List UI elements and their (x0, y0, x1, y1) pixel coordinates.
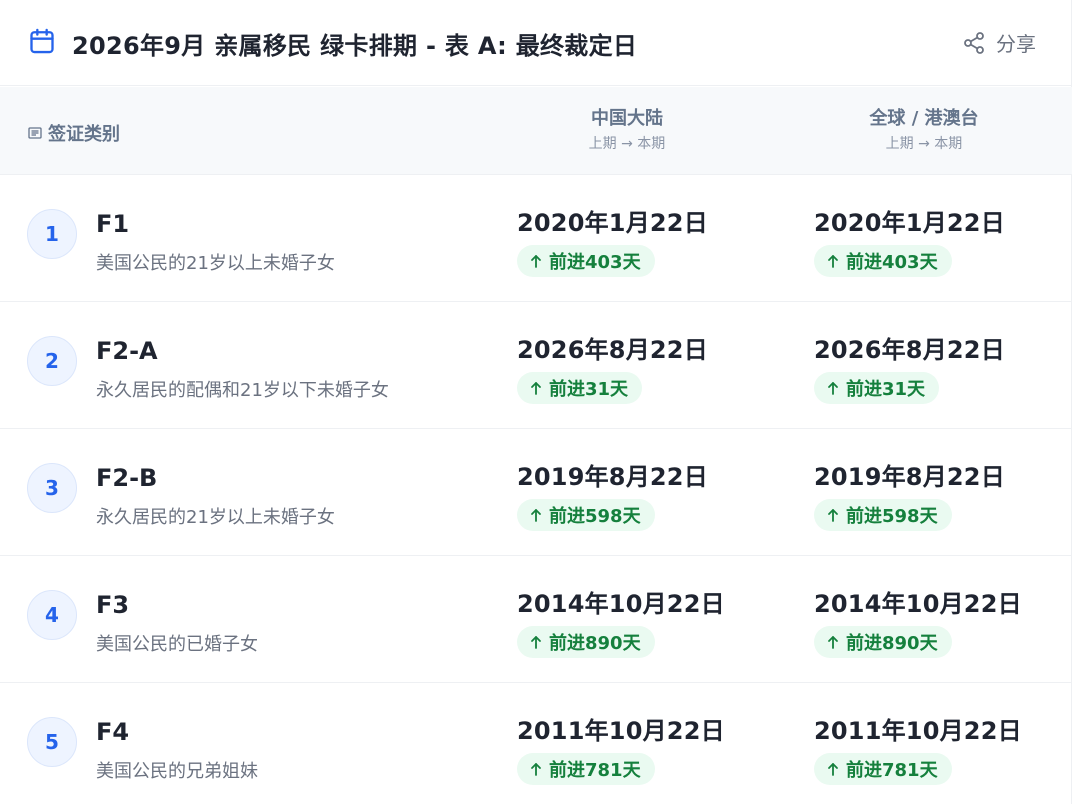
arrow-up-icon (828, 509, 838, 522)
china-advance-badge: 前进31天 (517, 372, 643, 404)
china-header-sub: 上期 → 本期 (588, 136, 666, 152)
china-final-action-date: 2019年8月22日 (517, 463, 708, 491)
visa-category-code: F2-A (96, 337, 158, 365)
global-final-action-date: 2011年10月22日 (814, 717, 1022, 745)
table-row: 1 F1 美国公民的21岁以上未婚子女 2020年1月22日 前进403天 20… (0, 175, 1072, 302)
table-row: 2 F2-A 永久居民的配偶和21岁以下未婚子女 2026年8月22日 前进31… (0, 302, 1072, 429)
category-column-header: 签证类别 (28, 120, 120, 146)
card-header: 2026年9月 亲属移民 绿卡排期 - 表 A: 最终裁定日 分享 (0, 0, 1072, 86)
china-advance-badge: 前进781天 (517, 753, 655, 785)
table-row: 5 F4 美国公民的兄弟姐妹 2011年10月22日 前进781天 2011年1… (0, 683, 1072, 810)
arrow-up-icon (828, 636, 838, 649)
row-index-badge: 1 (27, 209, 77, 259)
global-advance-text: 前进781天 (846, 760, 938, 781)
visa-category-code: F2-B (96, 464, 158, 492)
visa-bulletin-card: 2026年9月 亲属移民 绿卡排期 - 表 A: 最终裁定日 分享 签证类别 中… (0, 0, 1072, 804)
global-final-action-date: 2019年8月22日 (814, 463, 1005, 491)
table-header: 签证类别 中国大陆 上期 → 本期 全球 / 港澳台 上期 → 本期 (0, 87, 1072, 175)
arrow-up-icon (531, 509, 541, 522)
share-label: 分享 (996, 32, 1036, 56)
visa-category-description: 美国公民的兄弟姐妹 (96, 761, 258, 782)
arrow-up-icon (531, 763, 541, 776)
global-header-sub: 上期 → 本期 (885, 136, 963, 152)
global-column-header: 全球 / 港澳台 上期 → 本期 (794, 107, 1054, 155)
share-icon (964, 31, 984, 54)
global-advance-text: 前进890天 (846, 633, 938, 654)
category-header-label: 签证类别 (48, 124, 120, 145)
arrow-up-icon (828, 763, 838, 776)
table-row: 4 F3 美国公民的已婚子女 2014年10月22日 前进890天 2014年1… (0, 556, 1072, 683)
china-column-header: 中国大陆 上期 → 本期 (497, 107, 757, 155)
global-advance-text: 前进31天 (846, 379, 926, 400)
china-final-action-date: 2020年1月22日 (517, 209, 708, 237)
visa-category-description: 永久居民的21岁以上未婚子女 (96, 507, 335, 528)
row-index-badge: 3 (27, 463, 77, 513)
global-final-action-date: 2014年10月22日 (814, 590, 1022, 618)
china-final-action-date: 2011年10月22日 (517, 717, 725, 745)
arrow-up-icon (531, 255, 541, 268)
row-index-badge: 4 (27, 590, 77, 640)
arrow-up-icon (828, 255, 838, 268)
global-final-action-date: 2026年8月22日 (814, 336, 1005, 364)
row-index-badge: 5 (27, 717, 77, 767)
row-index-badge: 2 (27, 336, 77, 386)
global-final-action-date: 2020年1月22日 (814, 209, 1005, 237)
global-advance-badge: 前进403天 (814, 245, 952, 277)
global-advance-badge: 前进598天 (814, 499, 952, 531)
arrow-up-icon (531, 382, 541, 395)
visa-category-description: 美国公民的已婚子女 (96, 634, 258, 655)
china-advance-text: 前进31天 (549, 379, 629, 400)
page-title: 2026年9月 亲属移民 绿卡排期 - 表 A: 最终裁定日 (72, 32, 638, 60)
global-advance-badge: 前进31天 (814, 372, 940, 404)
arrow-up-icon (531, 636, 541, 649)
china-advance-badge: 前进403天 (517, 245, 655, 277)
global-advance-badge: 前进781天 (814, 753, 952, 785)
visa-category-code: F3 (96, 591, 130, 619)
visa-category-description: 美国公民的21岁以上未婚子女 (96, 253, 335, 274)
visa-category-description: 永久居民的配偶和21岁以下未婚子女 (96, 380, 389, 401)
china-advance-text: 前进598天 (549, 506, 641, 527)
china-advance-text: 前进890天 (549, 633, 641, 654)
china-final-action-date: 2014年10月22日 (517, 590, 725, 618)
global-advance-text: 前进598天 (846, 506, 938, 527)
global-advance-text: 前进403天 (846, 252, 938, 273)
china-advance-badge: 前进598天 (517, 499, 655, 531)
visa-category-code: F4 (96, 718, 130, 746)
table-row: 3 F2-B 永久居民的21岁以上未婚子女 2019年8月22日 前进598天 … (0, 429, 1072, 556)
china-advance-badge: 前进890天 (517, 626, 655, 658)
china-header-label: 中国大陆 (591, 108, 663, 129)
visa-category-code: F1 (96, 210, 130, 238)
global-advance-badge: 前进890天 (814, 626, 952, 658)
china-advance-text: 前进403天 (549, 252, 641, 273)
arrow-up-icon (828, 382, 838, 395)
china-final-action-date: 2026年8月22日 (517, 336, 708, 364)
calendar-icon (30, 28, 54, 54)
list-icon (28, 127, 42, 139)
global-header-label: 全球 / 港澳台 (869, 108, 979, 129)
china-advance-text: 前进781天 (549, 760, 641, 781)
share-button[interactable]: 分享 (962, 28, 1036, 57)
